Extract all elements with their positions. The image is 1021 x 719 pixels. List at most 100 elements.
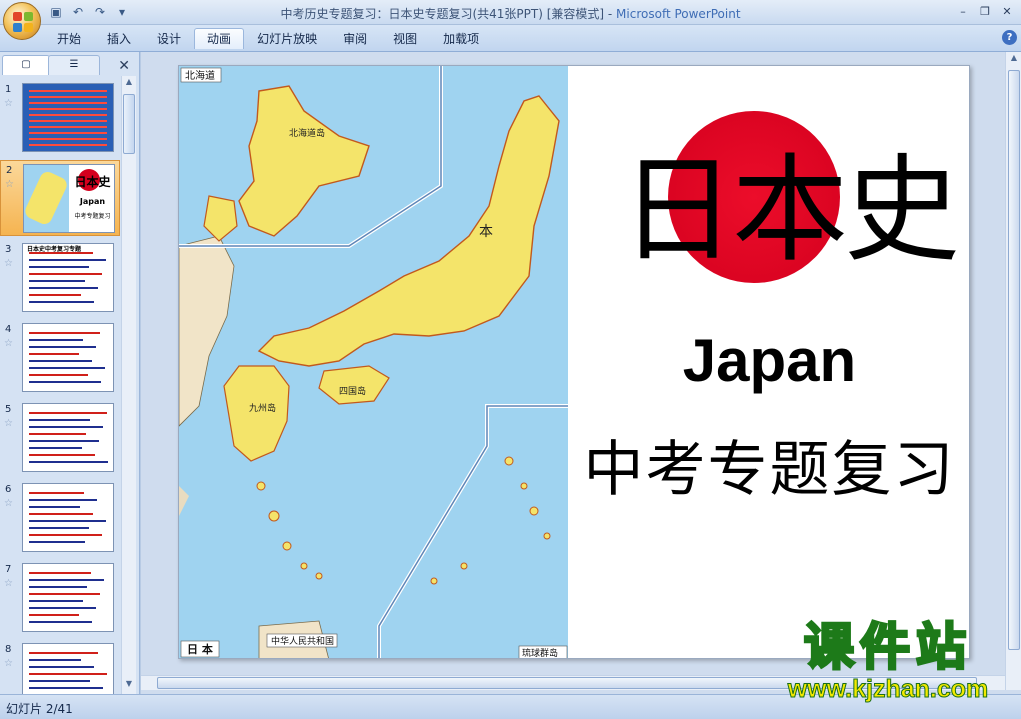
watermark-url: www.kjzhan.com [787,675,989,703]
thumb-line [29,520,106,522]
slide-subtitle[interactable]: 中考专题复习 [568,421,969,508]
thumb-line [29,541,85,543]
thumb-line [29,332,100,334]
slide-indicator: 幻灯片 2/41 [6,702,73,716]
thumb-line [29,346,96,348]
thumb-line [29,426,103,428]
thumb-line [29,687,103,689]
thumb-line [29,266,89,268]
slide-thumbnail-1[interactable]: 1 ☆ [0,80,120,156]
thumb-subtitle: Japan [79,197,106,206]
tab-5[interactable]: 审阅 [330,28,380,49]
thumbnail-number: 2 [6,165,13,176]
thumb-subtitle2: 中考专题复习 [74,213,111,220]
thumbnail-preview: 日本史 Japan 中考专题复习 [23,164,115,233]
thumbnail-number: 1 [5,84,12,95]
thumbnail-list: 1 ☆ 2 ☆ 日本史 Japan 中考专题复习 3 ☆ 日本史中考复习专题 4 ☆ 5 ☆ 6 ☆ 7 ☆ 8 ☆ [0,76,120,694]
tab-7[interactable]: 加载项 [430,28,492,49]
thumb-line [29,440,99,442]
thumb-line [29,374,88,376]
thumb-line [29,506,80,508]
thumbnail-preview [22,323,114,392]
slide-editor: 北海道 北海道岛 本 九州岛 四国岛 中华人民共和国 日 本 琉球群岛 日本史 … [141,52,1021,694]
thumbnail-number: 8 [5,644,12,655]
thumb-line [29,659,81,661]
map-label-shikoku: 四国岛 [339,385,366,397]
thumb-title: 日本史 [74,175,111,189]
map-label-kyushu: 九州岛 [249,402,276,414]
map-label-hokkaido-island: 北海道岛 [289,127,325,139]
close-panel-icon[interactable]: ✕ [118,58,130,74]
tab-2[interactable]: 设计 [144,28,194,49]
close-icon[interactable]: ✕ [997,3,1017,19]
tab-slides[interactable]: ▢ [2,55,50,75]
scroll-up-icon[interactable]: ▲ [123,77,135,91]
tab-1[interactable]: 插入 [94,28,144,49]
thumbnail-number: 7 [5,564,12,575]
thumb-text-block [29,90,107,146]
map-label-japan: 日 本 [187,642,213,656]
scroll-down-icon[interactable]: ▼ [123,679,135,693]
tab-4[interactable]: 幻灯片放映 [244,28,330,49]
thumb-line [29,572,91,574]
thumbnail-number: 4 [5,324,12,335]
slide-thumbnail-7[interactable]: 7 ☆ [0,560,120,636]
tab-3[interactable]: 动画 [194,28,245,49]
office-button[interactable] [3,2,41,40]
thumb-line [29,492,84,494]
office-logo-icon [13,12,33,32]
thumb-line [29,259,106,261]
thumb-line [29,652,98,654]
watermark-logo: 课件站 www.kjzhan.com [770,617,1006,703]
thumb-line [29,579,104,581]
editor-vertical-scrollbar[interactable]: ▲ [1005,52,1021,690]
thumb-line [29,614,79,616]
thumb-line [29,294,81,296]
panel-scrollbar[interactable]: ▲ ▼ [121,76,136,694]
slide-title-en[interactable]: Japan [568,326,969,395]
v-scroll-thumb[interactable] [1008,70,1020,650]
japan-map: 北海道 北海道岛 本 九州岛 四国岛 中华人民共和国 日 本 琉球群岛 [179,66,568,658]
thumb-line [29,593,100,595]
panel-tabs: ▢ ☰ ✕ [2,55,138,75]
slide-thumbnail-6[interactable]: 6 ☆ [0,480,120,556]
thumb-title: 日本史中考复习专题 [27,246,82,253]
editor-scroll-up-icon[interactable]: ▲ [1008,53,1020,67]
tab-0[interactable]: 开始 [44,28,94,49]
thumb-line [29,499,97,501]
thumbnail-preview [22,643,114,694]
slide-thumbnail-3[interactable]: 3 ☆ 日本史中考复习专题 [0,240,120,316]
animation-star-icon: ☆ [4,658,13,669]
minimize-icon[interactable]: – [953,3,973,19]
thumb-line [29,534,102,536]
thumb-line [29,454,95,456]
slide-thumbnail-5[interactable]: 5 ☆ [0,400,120,476]
slide-title-cn[interactable]: 日本史 [598,136,969,286]
map-label-china: 中华人民共和国 [271,635,334,647]
thumb-line [29,273,102,275]
restore-icon[interactable]: ❐ [975,3,995,19]
panel-scroll-thumb[interactable] [123,94,135,154]
app-name: Microsoft PowerPoint [616,7,741,21]
outline-tab-icon: ☰ [69,59,79,70]
document-title: 中考历史专题复习：日本史专题复习(共41张PPT) [兼容模式] [280,7,605,21]
slide-thumbnail-8[interactable]: 8 ☆ [0,640,120,694]
thumb-line [29,287,98,289]
tab-outline[interactable]: ☰ [48,55,100,75]
tab-6[interactable]: 视图 [380,28,430,49]
slide-thumbnail-4[interactable]: 4 ☆ [0,320,120,396]
thumb-line [29,412,107,414]
current-slide[interactable]: 北海道 北海道岛 本 九州岛 四国岛 中华人民共和国 日 本 琉球群岛 日本史 … [178,65,970,659]
thumbnail-preview [22,403,114,472]
thumbnail-preview [22,483,114,552]
slide-thumbnail-2[interactable]: 2 ☆ 日本史 Japan 中考专题复习 [0,160,120,236]
title-bar: ▣ ↶ ↷ ▾ 中考历史专题复习：日本史专题复习(共41张PPT) [兼容模式]… [0,0,1021,25]
thumb-line [29,381,101,383]
slide-title-block: 日本史 Japan 中考专题复习 [568,66,969,658]
thumb-line [29,367,105,369]
thumb-line [29,513,93,515]
help-icon[interactable]: ? [1002,30,1017,45]
animation-star-icon: ☆ [4,98,13,109]
thumb-line [29,621,92,623]
thumb-line [29,280,85,282]
